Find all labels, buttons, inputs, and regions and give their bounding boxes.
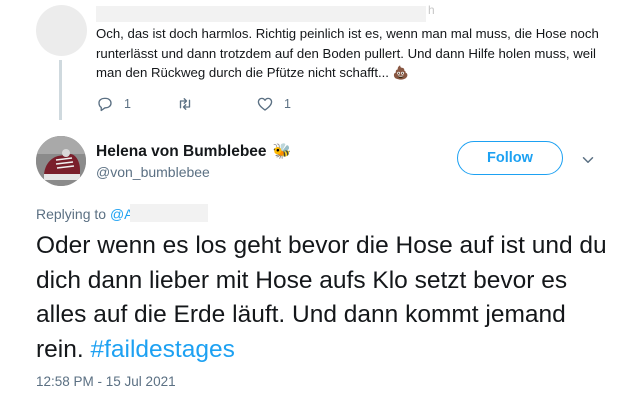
reply-text: Och, das ist doch harmlos. Richtig peinl…: [96, 24, 606, 83]
bee-emoji: 🐝: [272, 143, 292, 160]
redacted-fragment: h: [428, 3, 435, 17]
retweet-action[interactable]: [176, 95, 204, 113]
sneaker-avatar-image: [36, 136, 86, 186]
tweet-timestamp[interactable]: 12:58 PM - 15 Jul 2021: [36, 374, 176, 389]
display-name[interactable]: Helena von Bumblebee 🐝: [96, 142, 292, 161]
reply-icon: [98, 97, 112, 112]
tweet-text: Oder wenn es los geht bevor die Hose auf…: [36, 229, 616, 367]
like-count: 1: [284, 97, 291, 111]
reply-action[interactable]: 1: [96, 95, 131, 113]
like-action[interactable]: 1: [256, 95, 291, 113]
redacted-author: [96, 6, 426, 22]
like-icon: [257, 97, 273, 111]
user-avatar[interactable]: [36, 136, 86, 186]
poop-emoji: 💩: [392, 65, 409, 80]
redacted-avatar[interactable]: [36, 5, 87, 56]
replying-to: Replying to @A: [36, 206, 134, 222]
redacted-mention: [130, 204, 208, 222]
username[interactable]: @von_bumblebee: [96, 164, 210, 180]
replying-prefix: Replying to: [36, 206, 107, 222]
thread-line: [59, 60, 62, 120]
hashtag-link[interactable]: #faildestages: [90, 336, 234, 363]
retweet-icon: [179, 98, 191, 110]
follow-button[interactable]: Follow: [457, 141, 563, 175]
caret-down-icon[interactable]: [579, 151, 597, 169]
reply-text-body: Och, das ist doch harmlos. Richtig peinl…: [96, 26, 599, 80]
reply-count: 1: [124, 97, 131, 111]
display-name-text: Helena von Bumblebee: [96, 143, 267, 160]
